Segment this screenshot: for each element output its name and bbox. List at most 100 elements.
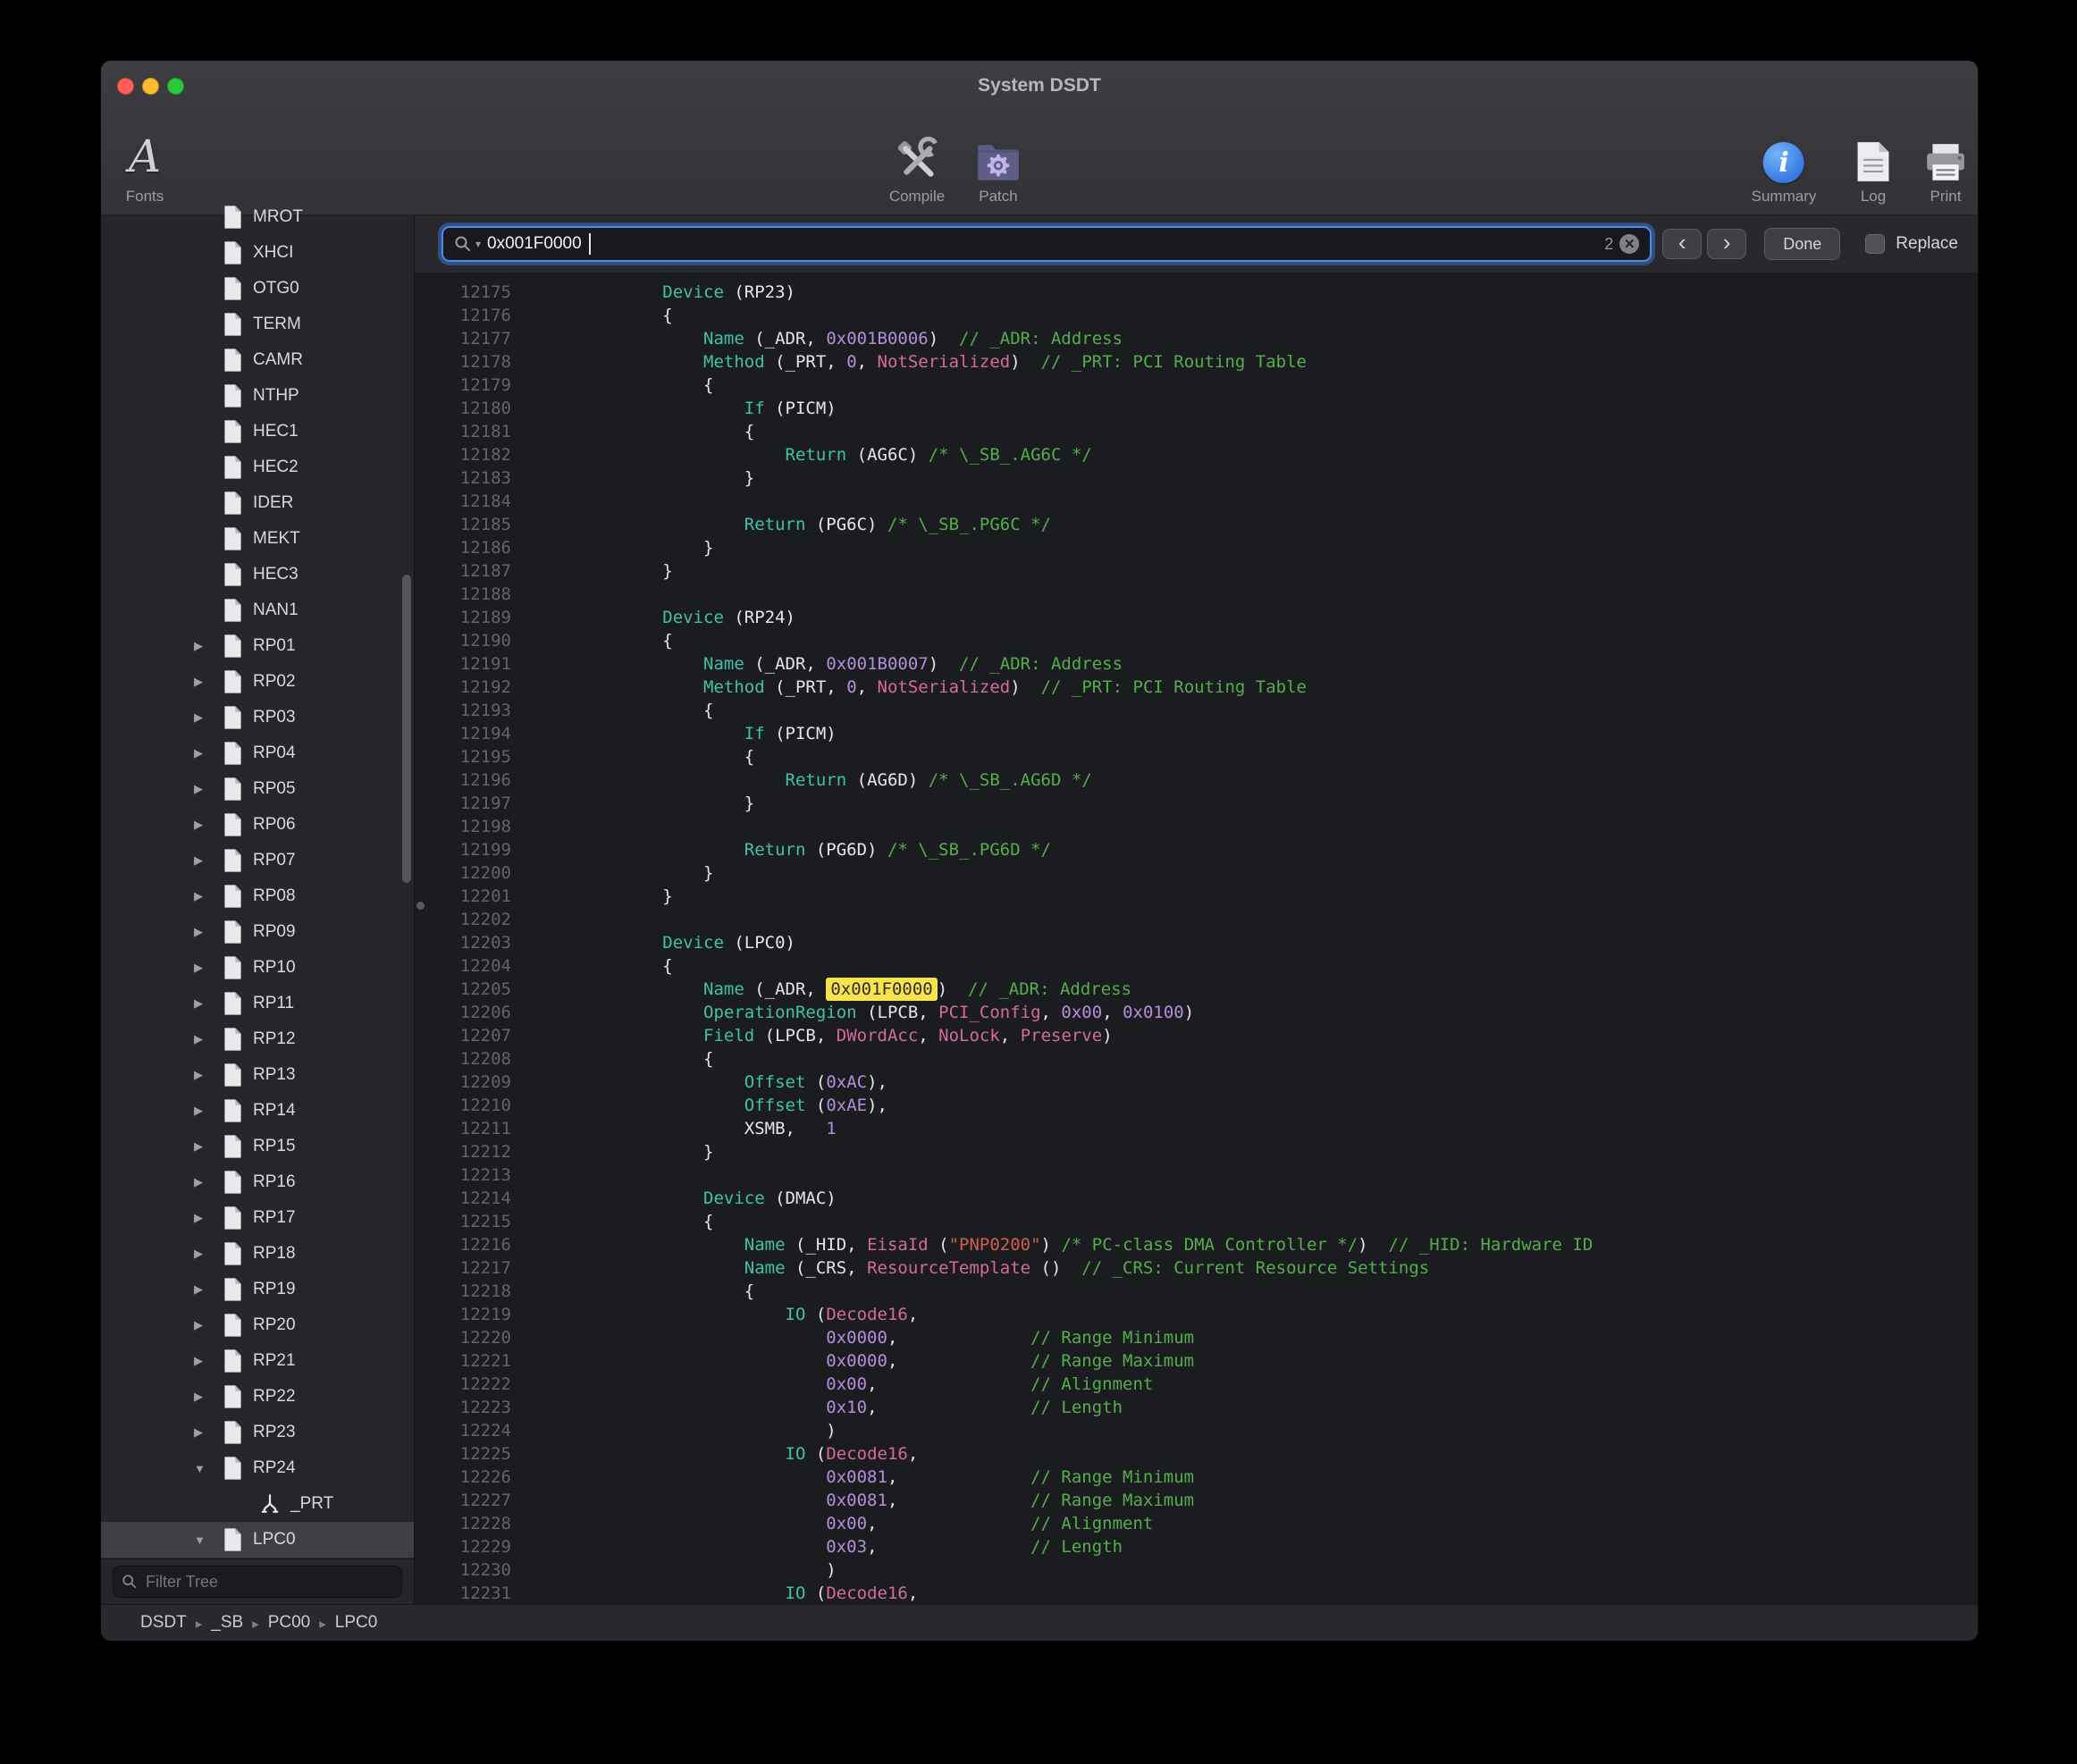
sidebar-item-camr[interactable]: CAMR — [101, 342, 414, 378]
sidebar-item-rp10[interactable]: ▶RP10 — [101, 950, 414, 986]
code-line: 12223 0x10, // Length — [415, 1396, 1978, 1419]
chevron-right-icon[interactable]: ▶ — [194, 1104, 223, 1118]
sidebar-item-rp08[interactable]: ▶RP08 — [101, 878, 414, 914]
search-scope-chevron-icon[interactable]: ▾ — [475, 238, 481, 250]
chevron-right-icon[interactable]: ▶ — [194, 639, 223, 653]
sidebar-item-rp01[interactable]: ▶RP01 — [101, 628, 414, 664]
splitter-handle[interactable] — [416, 902, 425, 910]
print-button[interactable]: Print — [1923, 111, 1968, 206]
sidebar-item-rp14[interactable]: ▶RP14 — [101, 1093, 414, 1129]
sidebar-item-mekt[interactable]: MEKT — [101, 521, 414, 557]
filter-input[interactable] — [144, 1572, 393, 1592]
minimize-button[interactable] — [142, 78, 159, 95]
chevron-right-icon[interactable]: ▶ — [194, 1318, 223, 1332]
sidebar-item-hec2[interactable]: HEC2 — [101, 449, 414, 485]
line-number: 12176 — [415, 304, 511, 327]
chevron-right-icon[interactable]: ▶ — [194, 961, 223, 975]
sidebar-item-rp23[interactable]: ▶RP23 — [101, 1415, 414, 1450]
done-button[interactable]: Done — [1764, 228, 1840, 260]
line-number: 12216 — [415, 1233, 511, 1256]
sidebar-item-rp03[interactable]: ▶RP03 — [101, 700, 414, 735]
chevron-right-icon[interactable]: ▶ — [194, 889, 223, 903]
line-number: 12217 — [415, 1256, 511, 1280]
chevron-right-icon[interactable]: ▶ — [194, 1032, 223, 1046]
clear-search-button[interactable]: ✕ — [1619, 234, 1639, 254]
code-editor[interactable]: 12175 Device (RP23)12176 {12177 Name (_A… — [415, 273, 1978, 1604]
sidebar-item-rp04[interactable]: ▶RP04 — [101, 735, 414, 771]
chevron-right-icon[interactable]: ▶ — [194, 1175, 223, 1189]
sidebar-item-rp05[interactable]: ▶RP05 — [101, 771, 414, 807]
filter-field[interactable] — [113, 1566, 402, 1598]
code-text: Name (_HID, EisaId ("PNP0200") /* PC-cla… — [511, 1233, 1593, 1256]
sidebar-item-rp20[interactable]: ▶RP20 — [101, 1307, 414, 1343]
sidebar-item-_prt[interactable]: _PRT — [101, 1486, 414, 1522]
summary-button[interactable]: i Summary — [1752, 111, 1817, 206]
chevron-right-icon[interactable]: ▶ — [194, 1354, 223, 1368]
find-input[interactable]: ▾ 0x001F0000 2 ✕ — [441, 226, 1652, 262]
sidebar-item-rp22[interactable]: ▶RP22 — [101, 1379, 414, 1415]
sidebar-item-term[interactable]: TERM — [101, 307, 414, 342]
patch-button[interactable]: Patch — [975, 111, 1022, 206]
sidebar-item-nan1[interactable]: NAN1 — [101, 592, 414, 628]
sidebar-item-rp11[interactable]: ▶RP11 — [101, 986, 414, 1021]
sidebar-item-rp17[interactable]: ▶RP17 — [101, 1200, 414, 1236]
sidebar-item-rp16[interactable]: ▶RP16 — [101, 1164, 414, 1200]
sidebar-item-mrot[interactable]: MROT — [101, 199, 414, 235]
titlebar[interactable]: System DSDT — [101, 61, 1978, 111]
method-icon — [260, 1493, 290, 1515]
close-button[interactable] — [117, 78, 134, 95]
sidebar-item-rp12[interactable]: ▶RP12 — [101, 1021, 414, 1057]
chevron-down-icon[interactable]: ▼ — [194, 1462, 223, 1475]
chevron-right-icon[interactable]: ▶ — [194, 1211, 223, 1225]
find-previous-button[interactable]: ‹ — [1662, 229, 1702, 259]
chevron-right-icon[interactable]: ▶ — [194, 996, 223, 1011]
sidebar-item-hec3[interactable]: HEC3 — [101, 557, 414, 592]
line-number: 12184 — [415, 490, 511, 513]
device-icon — [223, 1170, 253, 1195]
breadcrumb-item-dsdt[interactable]: DSDT — [140, 1613, 187, 1633]
sidebar-item-nthp[interactable]: NTHP — [101, 378, 414, 414]
sidebar-item-rp15[interactable]: ▶RP15 — [101, 1129, 414, 1164]
replace-checkbox[interactable] — [1865, 234, 1885, 254]
chevron-right-icon[interactable]: ▶ — [194, 1390, 223, 1404]
chevron-right-icon[interactable]: ▶ — [194, 1247, 223, 1261]
chevron-right-icon[interactable]: ▶ — [194, 818, 223, 832]
sidebar-item-otg0[interactable]: OTG0 — [101, 271, 414, 307]
breadcrumb-item-_sb[interactable]: _SB — [211, 1613, 243, 1633]
sidebar-item-rp21[interactable]: ▶RP21 — [101, 1343, 414, 1379]
sidebar-scrollbar[interactable] — [402, 575, 411, 883]
chevron-right-icon[interactable]: ▶ — [194, 925, 223, 939]
sidebar-item-rp06[interactable]: ▶RP06 — [101, 807, 414, 843]
sidebar: MROTXHCIOTG0TERMCAMRNTHPHEC1HEC2IDERMEKT… — [101, 215, 415, 1604]
chevron-right-icon[interactable]: ▶ — [194, 710, 223, 725]
sidebar-item-xhci[interactable]: XHCI — [101, 235, 414, 271]
fonts-button[interactable]: A Fonts — [126, 111, 164, 206]
code-text: } — [511, 861, 713, 885]
sidebar-item-rp07[interactable]: ▶RP07 — [101, 843, 414, 878]
sidebar-item-rp02[interactable]: ▶RP02 — [101, 664, 414, 700]
line-number: 12229 — [415, 1535, 511, 1558]
sidebar-item-rp18[interactable]: ▶RP18 — [101, 1236, 414, 1272]
breadcrumb-item-pc00[interactable]: PC00 — [268, 1613, 311, 1633]
breadcrumb-item-lpc0[interactable]: LPC0 — [335, 1613, 378, 1633]
sidebar-item-ider[interactable]: IDER — [101, 485, 414, 521]
log-button[interactable]: Log — [1855, 111, 1891, 206]
zoom-button[interactable] — [167, 78, 184, 95]
chevron-right-icon[interactable]: ▶ — [194, 853, 223, 868]
chevron-right-icon[interactable]: ▶ — [194, 1139, 223, 1154]
chevron-right-icon[interactable]: ▶ — [194, 1282, 223, 1297]
chevron-right-icon[interactable]: ▶ — [194, 746, 223, 760]
sidebar-item-rp13[interactable]: ▶RP13 — [101, 1057, 414, 1093]
chevron-down-icon[interactable]: ▼ — [194, 1533, 223, 1547]
compile-button[interactable]: Compile — [889, 111, 945, 206]
chevron-right-icon[interactable]: ▶ — [194, 1425, 223, 1440]
sidebar-item-lpc0[interactable]: ▼LPC0 — [101, 1522, 414, 1558]
chevron-right-icon[interactable]: ▶ — [194, 1068, 223, 1082]
sidebar-item-hec1[interactable]: HEC1 — [101, 414, 414, 449]
sidebar-item-rp19[interactable]: ▶RP19 — [101, 1272, 414, 1307]
sidebar-item-rp09[interactable]: ▶RP09 — [101, 914, 414, 950]
find-next-button[interactable]: › — [1707, 229, 1746, 259]
chevron-right-icon[interactable]: ▶ — [194, 782, 223, 796]
chevron-right-icon[interactable]: ▶ — [194, 675, 223, 689]
sidebar-item-rp24[interactable]: ▼RP24 — [101, 1450, 414, 1486]
